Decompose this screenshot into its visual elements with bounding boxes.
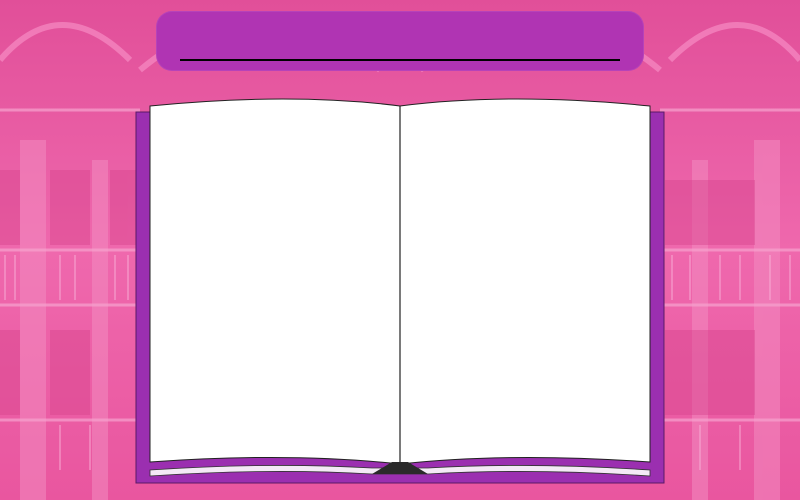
left-page-text [168,120,388,440]
right-page-text [420,120,640,440]
open-book-icon [135,98,665,484]
